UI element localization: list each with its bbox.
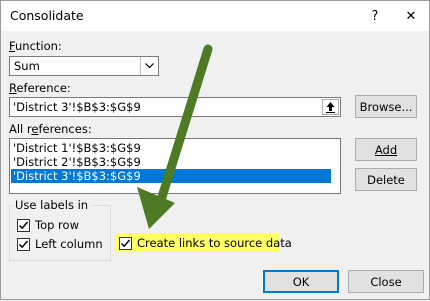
annotation-arrow — [137, 44, 213, 229]
consolidate-dialog: Consolidate ? ✕ Function: Sum Reference:… — [0, 0, 430, 300]
